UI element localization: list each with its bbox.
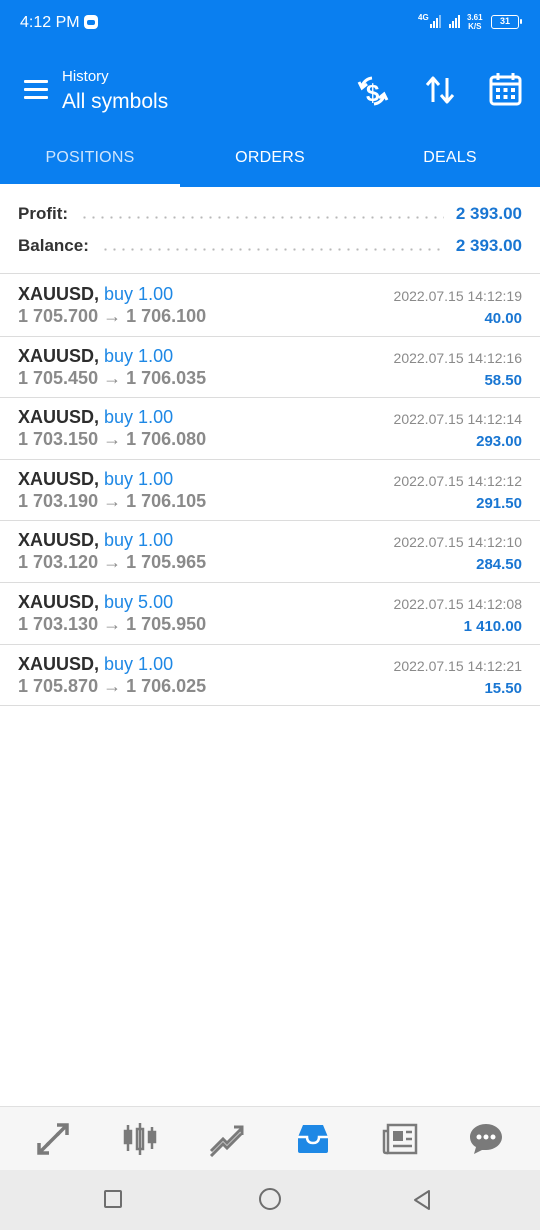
position-prices: 1 703.120 → 1 705.965 <box>18 552 207 573</box>
quotes-icon[interactable] <box>35 1121 71 1157</box>
position-profit: 1 410.00 <box>463 617 522 635</box>
signal-icon <box>430 14 441 28</box>
position-type: buy 1.00 <box>104 530 174 551</box>
trade-icon[interactable] <box>208 1121 244 1157</box>
profit-value: 2 393.00 <box>455 204 522 223</box>
back-button[interactable] <box>412 1189 432 1211</box>
position-symbol: XAUUSD, buy 1.00 <box>18 345 174 366</box>
position-time: 2022.07.15 14:12:12 <box>393 472 522 489</box>
tab-positions[interactable]: POSITIONS <box>0 127 180 187</box>
network-speed: 3.61 K/S <box>467 13 483 31</box>
position-row[interactable]: XAUUSD, buy 1.00 1 705.450 → 1 706.035 2… <box>0 337 540 399</box>
home-button[interactable] <box>259 1188 281 1210</box>
calendar-icon[interactable] <box>489 72 522 106</box>
dotted-leader <box>100 247 444 251</box>
balance-row: Balance: 2 393.00 <box>18 234 522 258</box>
position-time: 2022.07.15 14:12:16 <box>393 349 522 366</box>
position-profit: 15.50 <box>484 679 522 697</box>
position-time: 2022.07.15 14:12:08 <box>393 595 522 612</box>
position-time: 2022.07.15 14:12:21 <box>393 657 522 674</box>
status-bar: 4:12 PM 4G 3.61 K/S 31 <box>0 0 540 46</box>
history-icon[interactable] <box>295 1121 331 1157</box>
tab-deals[interactable]: DEALS <box>360 127 540 187</box>
chat-icon[interactable] <box>468 1121 504 1157</box>
position-prices: 1 705.450 → 1 706.035 <box>18 367 207 388</box>
position-prices: 1 703.190 → 1 706.105 <box>18 490 207 511</box>
position-symbol: XAUUSD, buy 1.00 <box>18 284 174 304</box>
profit-label: Profit: <box>18 204 69 223</box>
balance-label: Balance: <box>18 236 89 255</box>
position-row[interactable]: XAUUSD, buy 1.00 1 703.150 → 1 706.080 2… <box>0 398 540 460</box>
news-icon[interactable] <box>382 1121 418 1157</box>
position-time: 2022.07.15 14:12:19 <box>393 288 522 304</box>
system-navigation <box>0 1170 540 1230</box>
position-symbol: XAUUSD, buy 1.00 <box>18 468 174 489</box>
position-row[interactable]: XAUUSD, buy 1.00 1 703.190 → 1 706.105 2… <box>0 460 540 522</box>
speed-value: 3.61 <box>467 13 483 22</box>
position-type: buy 1.00 <box>104 284 174 304</box>
position-time: 2022.07.15 14:12:14 <box>393 411 522 428</box>
position-profit: 284.50 <box>476 556 522 574</box>
top-bar: 4:12 PM 4G 3.61 K/S 31 History All symbo… <box>0 0 540 127</box>
recent-apps-button[interactable] <box>104 1190 122 1208</box>
status-time: 4:12 PM <box>20 14 80 31</box>
position-type: buy 1.00 <box>104 345 174 366</box>
sort-arrows-icon[interactable] <box>424 74 456 106</box>
position-prices: 1 703.130 → 1 705.950 <box>18 613 207 634</box>
position-type: buy 1.00 <box>104 407 174 428</box>
position-prices: 1 705.870 → 1 706.025 <box>18 675 207 696</box>
position-row[interactable]: XAUUSD, buy 1.00 1 705.870 → 1 706.025 2… <box>0 645 540 707</box>
account-summary: Profit: 2 393.00 Balance: 2 393.00 <box>0 187 540 274</box>
chart-icon[interactable] <box>122 1121 158 1157</box>
page-title[interactable]: All symbols <box>62 90 168 114</box>
position-row[interactable]: XAUUSD, buy 1.00 1 705.700 → 1 706.100 2… <box>0 275 540 337</box>
position-type: buy 1.00 <box>104 653 174 674</box>
balance-value: 2 393.00 <box>455 236 522 255</box>
position-symbol: XAUUSD, buy 1.00 <box>18 407 174 428</box>
notification-icon <box>84 15 98 29</box>
currency-exchange-icon[interactable]: $ <box>356 74 390 108</box>
page-subtitle: History <box>62 68 109 85</box>
network-type: 4G <box>418 13 429 22</box>
speed-unit: K/S <box>468 22 482 31</box>
position-profit: 58.50 <box>484 371 522 389</box>
position-symbol: XAUUSD, buy 5.00 <box>18 591 174 612</box>
position-profit: 293.00 <box>476 433 522 451</box>
signal-icon-2 <box>449 14 460 28</box>
positions-list: XAUUSD, buy 1.00 1 705.700 → 1 706.100 2… <box>0 275 540 707</box>
position-type: buy 5.00 <box>104 591 174 612</box>
position-symbol: XAUUSD, buy 1.00 <box>18 653 174 674</box>
position-profit: 291.50 <box>476 494 522 512</box>
battery-icon: 31 <box>491 15 522 29</box>
position-profit: 40.00 <box>484 310 522 327</box>
app-bar: History All symbols $ <box>0 46 540 127</box>
position-row[interactable]: XAUUSD, buy 5.00 1 703.130 → 1 705.950 2… <box>0 583 540 645</box>
position-time: 2022.07.15 14:12:10 <box>393 534 522 551</box>
menu-icon[interactable] <box>24 80 48 99</box>
position-type: buy 1.00 <box>104 468 174 489</box>
position-row[interactable]: XAUUSD, buy 1.00 1 703.120 → 1 705.965 2… <box>0 521 540 583</box>
profit-row: Profit: 2 393.00 <box>18 202 522 226</box>
position-prices: 1 705.700 → 1 706.100 <box>18 306 207 326</box>
position-symbol: XAUUSD, buy 1.00 <box>18 530 174 551</box>
position-prices: 1 703.150 → 1 706.080 <box>18 429 207 450</box>
tab-bar: POSITIONS ORDERS DEALS <box>0 127 540 187</box>
tab-orders[interactable]: ORDERS <box>180 127 360 187</box>
dotted-leader <box>80 215 444 219</box>
bottom-navigation <box>0 1106 540 1170</box>
